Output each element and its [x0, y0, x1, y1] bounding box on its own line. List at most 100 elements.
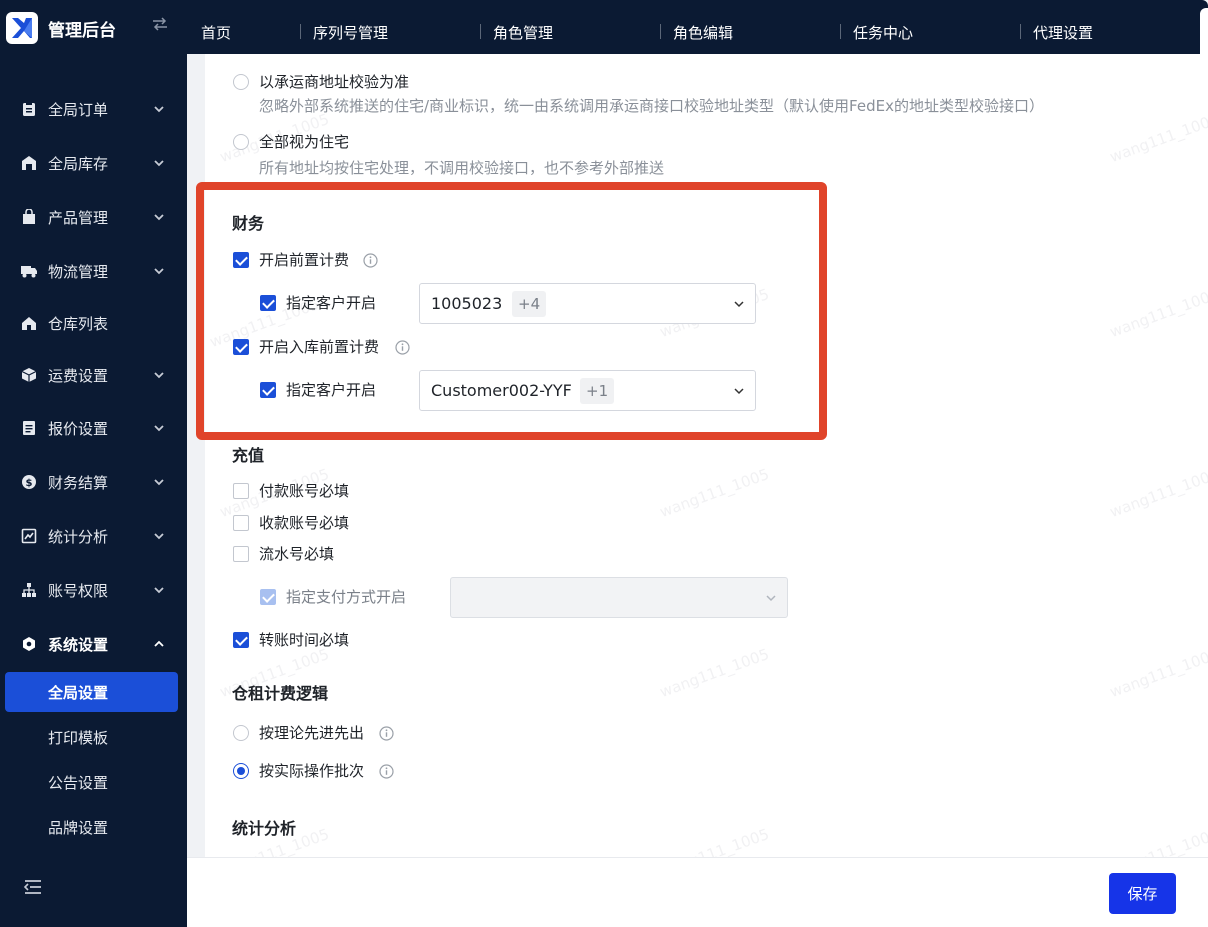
- sidebar-item-label: 全局库存: [48, 154, 109, 173]
- address-residential-radio[interactable]: [233, 134, 249, 150]
- tab-task-center[interactable]: 任务中心: [853, 22, 913, 44]
- pre-billing-customer-checkbox[interactable]: [260, 295, 276, 311]
- pre-billing-checkbox[interactable]: [233, 252, 249, 268]
- sidebar-item-label: 仓库列表: [48, 314, 109, 333]
- serial-no-checkbox[interactable]: [233, 546, 249, 562]
- address-carrier-radio[interactable]: [233, 74, 249, 90]
- tab-home[interactable]: 首页: [201, 22, 231, 44]
- sidebar-item-system-settings[interactable]: 系统设置: [0, 624, 187, 664]
- info-icon[interactable]: [363, 253, 378, 268]
- chevron-down-icon: [734, 301, 744, 308]
- sidebar: 管理后台 全局订单 全局库存 产品管理 物流管理 仓库列表 运费设置 报价设置: [0, 0, 187, 927]
- chevron-down-icon: [154, 106, 164, 113]
- chevron-up-icon: [154, 640, 164, 647]
- tab-separator: [480, 24, 481, 39]
- collapse-menu-icon[interactable]: [23, 878, 44, 898]
- truck-icon: [20, 262, 38, 280]
- sidebar-item-label: 报价设置: [48, 419, 109, 438]
- more-count-tag: +4: [512, 291, 547, 317]
- sidebar-item-global-inventory[interactable]: 全局库存: [0, 143, 187, 183]
- info-icon[interactable]: [379, 726, 394, 741]
- sidebar-item-shipping-fees[interactable]: 运费设置: [0, 355, 187, 395]
- logo[interactable]: 管理后台: [6, 11, 116, 45]
- sidebar-item-label: 财务结算: [48, 473, 109, 492]
- actual-batch-radio[interactable]: [233, 763, 249, 779]
- pre-billing-label: 开启前置计费: [259, 251, 350, 269]
- box-icon: [20, 366, 38, 384]
- serial-no-label: 流水号必填: [259, 545, 335, 563]
- swap-icon[interactable]: [150, 16, 170, 36]
- org-tree-icon: [20, 581, 38, 599]
- payment-method-select: [450, 577, 788, 618]
- tab-serial-management[interactable]: 序列号管理: [313, 22, 388, 44]
- sidebar-item-label: 物流管理: [48, 262, 109, 281]
- warehouse-icon: [20, 154, 38, 172]
- tab-separator: [1020, 24, 1021, 39]
- inbound-customer-select[interactable]: Customer002-YYF +1: [419, 370, 756, 411]
- sidebar-item-finance-settlement[interactable]: $ 财务结算: [0, 462, 187, 502]
- tab-separator: [300, 24, 301, 39]
- stats-section-title: 统计分析: [232, 819, 297, 838]
- pre-billing-customer-select[interactable]: 1005023 +4: [419, 283, 756, 324]
- sidebar-item-label: 系统设置: [48, 635, 109, 654]
- sidebar-subitem-brand-settings[interactable]: 品牌设置: [5, 807, 178, 847]
- sidebar-item-label: 全局订单: [48, 100, 109, 119]
- window-edge: [1200, 8, 1208, 54]
- watermark: wang111_1005: [657, 464, 772, 522]
- chevron-down-icon: [734, 388, 744, 395]
- sidebar-item-account-permissions[interactable]: 账号权限: [0, 570, 187, 610]
- footer-bar: 保存: [187, 857, 1208, 927]
- info-icon[interactable]: [395, 340, 410, 355]
- watermark: wang111_1005: [1107, 109, 1208, 167]
- selected-customer: Customer002-YYF: [431, 381, 572, 400]
- recharge-section-title: 充值: [232, 446, 265, 465]
- sidebar-subitem-announcements[interactable]: 公告设置: [5, 762, 178, 802]
- chevron-down-icon: [154, 587, 164, 594]
- transfer-time-label: 转账时间必填: [259, 631, 350, 649]
- fifo-label: 按理论先进先出: [259, 724, 365, 742]
- tab-agent-settings[interactable]: 代理设置: [1033, 22, 1093, 44]
- sidebar-item-logistics[interactable]: 物流管理: [0, 251, 187, 291]
- sidebar-item-global-orders[interactable]: 全局订单: [0, 89, 187, 129]
- info-icon[interactable]: [379, 764, 394, 779]
- payment-account-checkbox[interactable]: [233, 483, 249, 499]
- payment-method-checkbox: [260, 589, 276, 605]
- inbound-customer-label: 指定客户开启: [286, 381, 377, 399]
- home-icon: [20, 314, 38, 332]
- save-button[interactable]: 保存: [1109, 873, 1176, 914]
- chevron-down-icon: [154, 425, 164, 432]
- chevron-down-icon: [766, 595, 776, 602]
- transfer-time-checkbox[interactable]: [233, 632, 249, 648]
- sidebar-subitem-global-settings[interactable]: 全局设置: [5, 672, 178, 712]
- sidebar-item-products[interactable]: 产品管理: [0, 197, 187, 237]
- tab-role-edit[interactable]: 角色编辑: [673, 22, 733, 44]
- settings-content[interactable]: wang111_1005 wang111_1005 wang111_1005 w…: [187, 54, 1208, 857]
- tab-role-management[interactable]: 角色管理: [493, 22, 553, 44]
- svg-text:$: $: [26, 478, 33, 489]
- storage-section-title: 仓租计费逻辑: [232, 684, 329, 703]
- chevron-down-icon: [154, 372, 164, 379]
- sidebar-item-label: 产品管理: [48, 208, 109, 227]
- receive-account-label: 收款账号必填: [259, 514, 350, 532]
- watermark: wang111_1005: [1107, 284, 1208, 342]
- chevron-down-icon: [154, 268, 164, 275]
- receive-account-checkbox[interactable]: [233, 515, 249, 531]
- pre-billing-customer-label: 指定客户开启: [286, 294, 377, 312]
- chevron-down-icon: [154, 214, 164, 221]
- actual-batch-label: 按实际操作批次: [259, 762, 365, 780]
- sidebar-item-label: 统计分析: [48, 527, 109, 546]
- sidebar-item-label: 账号权限: [48, 581, 109, 600]
- top-nav: 首页 序列号管理 角色管理 角色编辑 任务中心 代理设置: [187, 0, 1208, 54]
- tab-separator: [660, 24, 661, 39]
- sidebar-subitem-print-templates[interactable]: 打印模板: [5, 717, 178, 757]
- fifo-radio[interactable]: [233, 725, 249, 741]
- sidebar-item-statistics[interactable]: 统计分析: [0, 516, 187, 556]
- inbound-customer-checkbox[interactable]: [260, 382, 276, 398]
- inbound-pre-billing-checkbox[interactable]: [233, 339, 249, 355]
- watermark: wang111_1005: [1107, 644, 1208, 702]
- document-icon: [20, 419, 38, 437]
- sidebar-item-warehouse-list[interactable]: 仓库列表: [0, 303, 187, 343]
- address-residential-label: 全部视为住宅: [259, 133, 350, 151]
- finance-section-title: 财务: [232, 214, 265, 233]
- sidebar-item-quotes[interactable]: 报价设置: [0, 408, 187, 448]
